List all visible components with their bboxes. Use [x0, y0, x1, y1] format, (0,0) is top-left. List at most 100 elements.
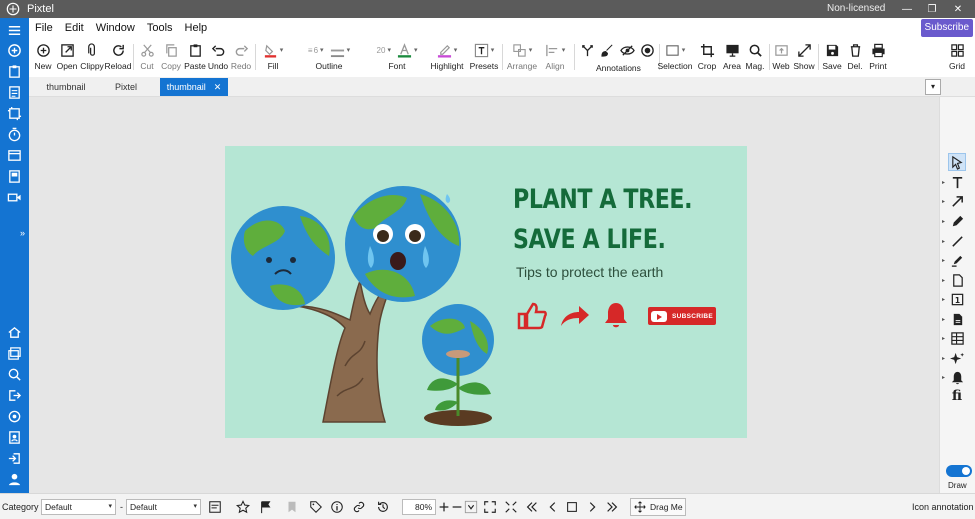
menu-window[interactable]: Window [90, 22, 141, 34]
clippy-button[interactable]: Clippy [80, 40, 104, 74]
timer-icon[interactable] [6, 126, 23, 143]
preset-select[interactable]: Default ▾ [126, 499, 201, 515]
tab-label: thumbnail [166, 82, 206, 92]
web-button[interactable]: Web [771, 40, 791, 74]
grid-button[interactable]: Grid [946, 40, 968, 74]
step-number-icon[interactable]: 1 [948, 290, 966, 308]
draw-toggle-switch[interactable] [946, 465, 972, 477]
flag-icon[interactable] [258, 499, 274, 515]
hamburger-menu-icon[interactable] [6, 22, 23, 39]
menu-edit[interactable]: Edit [59, 22, 90, 34]
user-account-icon[interactable] [6, 471, 23, 488]
menu-help[interactable]: Help [179, 22, 214, 34]
arrow-icon[interactable] [948, 192, 966, 210]
doc-fill-icon[interactable] [948, 310, 966, 328]
document-icon[interactable] [6, 84, 23, 101]
info-icon[interactable] [329, 499, 345, 515]
capture-region-icon[interactable] [6, 105, 23, 122]
add-circle-icon[interactable] [6, 42, 23, 59]
fi-ligature-icon[interactable]: fi [948, 387, 966, 405]
window-capture-icon[interactable] [6, 147, 23, 164]
sync-eye-icon[interactable] [6, 408, 23, 425]
search-icon[interactable] [6, 366, 23, 383]
thumbs-up-icon [517, 302, 547, 330]
line-icon[interactable] [948, 232, 966, 250]
save-button[interactable]: Save [821, 40, 843, 74]
minimize-button[interactable]: — [893, 0, 921, 18]
open-button[interactable]: Open [56, 40, 78, 74]
login-icon[interactable] [6, 450, 23, 467]
actual-size-icon[interactable] [503, 499, 519, 515]
home-icon[interactable] [6, 324, 23, 341]
marker-icon[interactable] [948, 251, 966, 269]
pointer-icon[interactable] [948, 153, 966, 171]
fit-to-window-icon[interactable] [482, 499, 498, 515]
reload-button[interactable]: Reload [105, 40, 131, 74]
last-page-icon[interactable] [604, 499, 620, 515]
crop-button[interactable]: Crop [696, 40, 718, 74]
sparkle-icon[interactable] [948, 349, 966, 367]
category-select[interactable]: Default ▾ [41, 499, 116, 515]
undo-icon [211, 40, 226, 60]
tab-pixtel[interactable]: Pixtel [99, 78, 153, 96]
star-icon[interactable] [235, 499, 251, 515]
presets-button[interactable]: ▾ Presets [469, 40, 499, 74]
first-page-icon[interactable] [524, 499, 540, 515]
highlight-button[interactable]: ▾ Highlight [429, 40, 465, 74]
tab-list-dropdown[interactable]: ▾ [925, 79, 941, 95]
export-icon[interactable] [6, 387, 23, 404]
copy-button[interactable]: Copy [160, 40, 182, 74]
selection-button[interactable]: ▾ Selection [658, 40, 692, 74]
font-control[interactable]: 20 ▾ ▾ Font [365, 40, 429, 74]
bookmark-icon[interactable] [284, 499, 300, 515]
paste-button[interactable]: Paste [184, 40, 206, 74]
zoom-dropdown-icon[interactable] [463, 499, 479, 515]
fill-button[interactable]: ▾ Fill [258, 40, 288, 74]
show-button[interactable]: Show [793, 40, 815, 74]
menu-tools[interactable]: Tools [141, 22, 179, 34]
link-edit-icon[interactable] [351, 499, 367, 515]
print-button[interactable]: Print [867, 40, 889, 74]
redo-button[interactable]: Redo [230, 40, 252, 74]
thumbnail-image[interactable]: PLANT A TREE. SAVE A LIFE. Tips to prote… [225, 146, 747, 438]
restore-button[interactable]: ❐ [918, 0, 946, 18]
expand-sidebar-icon[interactable]: » [20, 228, 25, 238]
editor-canvas[interactable]: PLANT A TREE. SAVE A LIFE. Tips to prote… [29, 97, 939, 493]
new-button[interactable]: New [33, 40, 53, 74]
document-icon[interactable] [948, 271, 966, 289]
align-button[interactable]: ▾ Align [540, 40, 570, 74]
undo-label: Undo [207, 61, 229, 71]
annotation-merge-button[interactable] [578, 40, 596, 74]
tab-close-icon[interactable]: ✕ [214, 82, 222, 92]
subscribe-button[interactable]: Subscribe [920, 19, 973, 37]
page-view-icon[interactable] [564, 499, 580, 515]
scrolling-capture-icon[interactable] [6, 168, 23, 185]
save-disk-icon [825, 40, 840, 60]
outline-control[interactable]: ≡ 6 ▾ ▾ Outline [293, 40, 365, 74]
pen-icon[interactable] [948, 212, 966, 230]
gallery-icon[interactable] [6, 345, 23, 362]
cut-button[interactable]: Cut [138, 40, 156, 74]
magnify-button[interactable]: Mag. [744, 40, 766, 74]
zoom-level-field[interactable]: 80% [402, 499, 436, 515]
history-icon[interactable] [375, 499, 391, 515]
close-window-button[interactable]: ✕ [944, 0, 972, 18]
text-icon[interactable] [948, 173, 966, 191]
notes-icon[interactable] [207, 499, 223, 515]
menu-file[interactable]: File [29, 22, 59, 34]
video-record-icon[interactable] [6, 189, 23, 206]
bell-icon[interactable] [948, 368, 966, 386]
drag-me-handle[interactable]: Drag Me [630, 498, 686, 516]
tab-thumbnail-1[interactable]: thumbnail [34, 78, 98, 96]
next-page-icon[interactable] [584, 499, 600, 515]
delete-button[interactable]: Del. [845, 40, 865, 74]
area-button[interactable]: Area [721, 40, 743, 74]
clipboard-icon[interactable] [6, 63, 23, 80]
tab-thumbnail-active[interactable]: thumbnail ✕ [160, 78, 228, 96]
contact-card-icon[interactable] [6, 429, 23, 446]
undo-button[interactable]: Undo [207, 40, 229, 74]
previous-page-icon[interactable] [545, 499, 561, 515]
arrange-button[interactable]: ▾ Arrange [506, 40, 538, 74]
tag-icon[interactable] [308, 499, 324, 515]
table-icon[interactable] [948, 329, 966, 347]
